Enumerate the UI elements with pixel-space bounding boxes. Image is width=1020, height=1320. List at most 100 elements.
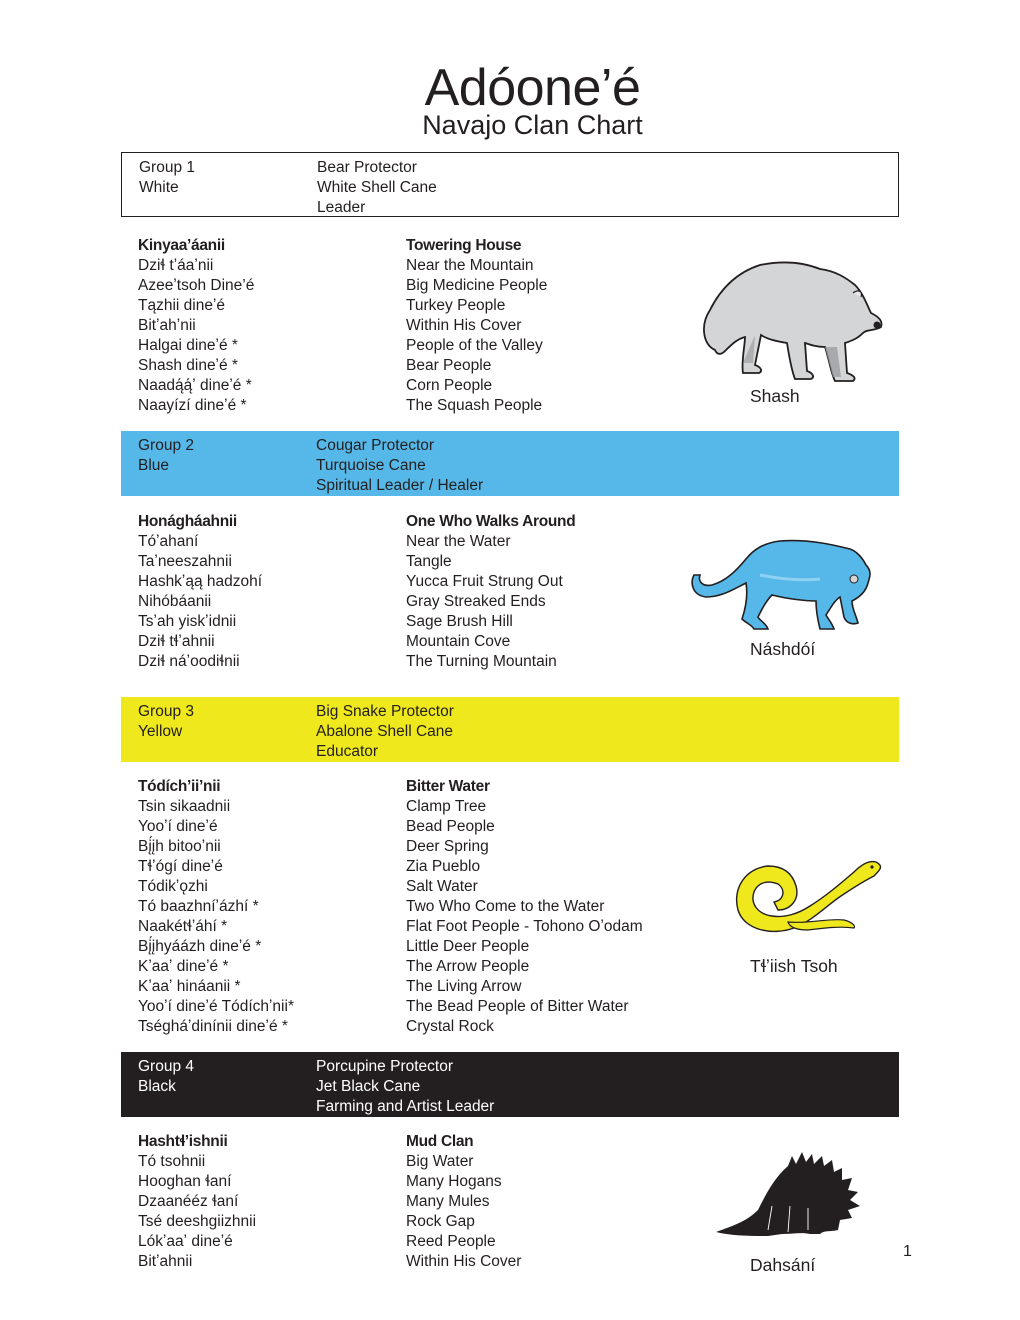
clan-navajo-name: Naadą́ą́ʼ dineʼé * <box>138 377 252 394</box>
snake-icon <box>736 860 882 933</box>
clan-english-name: Bear People <box>406 357 492 374</box>
group-role: Leader <box>317 199 366 216</box>
clan-navajo-name: Tódikʼǫzhi <box>138 878 208 895</box>
clan-english-name: Bitter Water <box>406 778 490 795</box>
clan-row: Tsin sikaadnii Clamp Tree <box>138 797 698 817</box>
clan-english-name: Two Who Come to the Water <box>406 898 605 915</box>
clan-row: Tsé deeshgiizhnii Rock Gap <box>138 1212 698 1232</box>
clan-english-name: Clamp Tree <box>406 798 487 815</box>
group-cane: Turquoise Cane <box>316 457 426 474</box>
clan-row: Tóʼahaní Near the Water <box>138 532 698 552</box>
snake-coil <box>736 860 882 933</box>
clan-row: Lókʼaaʼ dineʼé Reed People <box>138 1232 698 1252</box>
group-2-clan-list: Honágháahnii One Who Walks Around Tóʼahaní… <box>138 512 698 672</box>
clan-navajo-name: Bitʼahʼnii <box>138 317 196 334</box>
clan-english-name: Many Mules <box>406 1193 490 1210</box>
clan-navajo-name: Dziɬ tʼáaʼnii <box>138 257 214 274</box>
bear-icon <box>703 261 883 382</box>
clan-row: Naayízí dineʼé * The Squash People <box>138 396 698 416</box>
group-role: Spiritual Leader / Healer <box>316 477 484 494</box>
clan-row: Dzaanééz ɬaní Many Mules <box>138 1192 698 1212</box>
clan-english-name: Within His Cover <box>406 317 522 334</box>
clan-heading-row: Honágháahnii One Who Walks Around <box>138 512 698 532</box>
cougar-muzzle <box>849 574 859 584</box>
animal-label-porcupine: Dahsání <box>750 1255 816 1275</box>
clan-english-name: Rock Gap <box>406 1213 475 1230</box>
group-3-clan-list: Tódíchʼiiʼnii Bitter Water Tsin sikaadnii C… <box>138 777 698 1037</box>
clan-english-name: Zia Pueblo <box>406 858 481 875</box>
clan-row: Kʼaaʼ dineʼé * The Arrow People <box>138 957 698 977</box>
clan-row: Kʼaaʼ hináanii * The Living Arrow <box>138 977 698 997</box>
clan-english-name: Near the Water <box>406 533 511 550</box>
clan-row: Tódikʼǫzhi Salt Water <box>138 877 698 897</box>
clan-row: Bitʼahʼnii Within His Cover <box>138 316 698 336</box>
clan-navajo-name: Shash dineʼé * <box>138 357 238 374</box>
clan-english-name: The Arrow People <box>406 958 530 975</box>
group-protector: Cougar Protector <box>316 437 435 454</box>
clan-navajo-name: Bį́įh bitooʼnii <box>138 838 221 855</box>
clan-english-name: Salt Water <box>406 878 478 895</box>
clan-english-name: Deer Spring <box>406 838 489 855</box>
clan-heading-row: Kinyaaʼáanii Towering House <box>138 236 698 256</box>
clan-row: Hashkʼąą hadzohí Yucca Fruit Strung Out <box>138 572 698 592</box>
group-4-band: Group 4 Black Porcupine Protector Jet Bl… <box>121 1052 899 1117</box>
porcupine-body <box>716 1152 860 1236</box>
clan-navajo-name: Lókʼaaʼ dineʼé <box>138 1233 233 1250</box>
clan-english-name: Flat Foot People - Tohono Oʼodam <box>406 918 643 935</box>
clan-row: Dziɬ tʼáaʼnii Near the Mountain <box>138 256 698 276</box>
group-label: Group 3 <box>138 703 195 720</box>
group-label: Group 2 <box>138 437 195 454</box>
clan-english-name: The Bead People of Bitter Water <box>406 998 629 1015</box>
clan-navajo-name: Kʼaaʼ dineʼé * <box>138 958 229 975</box>
clan-english-name: Big Water <box>406 1153 474 1170</box>
group-color-name: Black <box>138 1078 176 1095</box>
clan-navajo-name: Tązhii dineʼé <box>138 297 226 314</box>
clan-english-name: The Turning Mountain <box>406 653 557 670</box>
group-cane: White Shell Cane <box>317 179 437 196</box>
clan-navajo-name: Tsʼah yiskʼidnii <box>138 613 237 630</box>
clan-english-name: Crystal Rock <box>406 1018 494 1035</box>
clan-row: Tó baazhníʼázhí * Two Who Come to the Wat… <box>138 897 698 917</box>
clan-row: Halgai dineʼé * People of the Valley <box>138 336 698 356</box>
group-cane: Abalone Shell Cane <box>316 723 454 740</box>
clan-row: Tązhii dineʼé Turkey People <box>138 296 698 316</box>
group-color-name: Yellow <box>138 723 183 740</box>
group-label: Group 1 <box>139 159 196 176</box>
clan-english-name: Yucca Fruit Strung Out <box>406 573 563 590</box>
clan-navajo-name: Bį́įhyáázh dineʼé * <box>138 938 262 955</box>
clan-navajo-name: Naakétɬʼáhí * <box>138 918 228 935</box>
group-role: Educator <box>316 743 379 760</box>
clan-row: Tsʼah yiskʼidnii Sage Brush Hill <box>138 612 698 632</box>
clan-english-name: The Squash People <box>406 397 543 414</box>
page-number: 1 <box>903 1243 912 1260</box>
clan-navajo-name: Dzaanééz ɬaní <box>138 1193 239 1210</box>
clan-english-name: Many Hogans <box>406 1173 502 1190</box>
group-1-band: Group 1 White Bear Protector White Shell… <box>121 152 899 217</box>
clan-navajo-name: Hashkʼąą hadzohí <box>138 573 263 590</box>
clan-row: Tségháʼdinínii dineʼé * Crystal Rock <box>138 1017 698 1037</box>
clan-english-name: Bead People <box>406 818 495 835</box>
clan-navajo-name: Dziɬ náʼoodiɬnii <box>138 653 240 670</box>
porcupine-icon <box>716 1152 860 1236</box>
clan-english-name: Big Medicine People <box>406 277 548 294</box>
clan-english-name: Little Deer People <box>406 938 530 955</box>
animal-label-cougar: Náshdóí <box>750 639 816 659</box>
page-subtitle: Navajo Clan Chart <box>422 110 643 140</box>
clan-english-name: Tangle <box>406 553 452 570</box>
clan-english-name: Towering House <box>406 237 522 254</box>
clan-navajo-name: Kinyaaʼáanii <box>138 237 225 254</box>
clan-row: Naadą́ą́ʼ dineʼé * Corn People <box>138 376 698 396</box>
group-protector: Porcupine Protector <box>316 1058 453 1075</box>
clan-english-name: People of the Valley <box>406 337 543 354</box>
group-2-band: Group 2 Blue Cougar Protector Turquoise … <box>121 431 899 496</box>
clan-english-name: Turkey People <box>406 297 506 314</box>
group-1-clan-list: Kinyaaʼáanii Towering House Dziɬ tʼáaʼnii N… <box>138 236 698 416</box>
clan-english-name: Near the Mountain <box>406 257 534 274</box>
clan-navajo-name: Hooghan ɬaní <box>138 1173 232 1190</box>
cougar-icon <box>691 539 871 630</box>
clan-navajo-name: Tó baazhníʼázhí * <box>138 898 259 915</box>
group-3-band: Group 3 Yellow Big Snake Protector Abalo… <box>121 697 899 762</box>
clan-navajo-name: Tódíchʼiiʼnii <box>138 778 221 795</box>
group-4-clan-list: Hashtɬʼishnii Mud Clan Tó tsohnii Big Water… <box>138 1132 698 1272</box>
clan-navajo-name: Dziɬ tɬʼahnii <box>138 633 215 650</box>
